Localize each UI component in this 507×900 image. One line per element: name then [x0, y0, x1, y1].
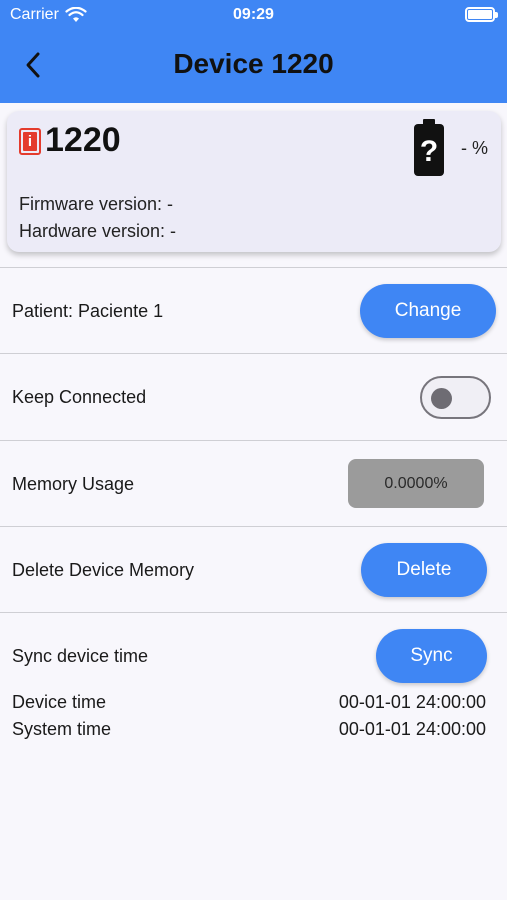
divider [0, 440, 507, 441]
divider [0, 353, 507, 354]
info-icon-glyph: i [23, 132, 37, 151]
keep-connected-toggle[interactable] [420, 376, 491, 419]
status-time: 09:29 [233, 6, 274, 23]
memory-usage-label: Memory Usage [12, 474, 135, 494]
device-alert-icon: i [19, 128, 41, 155]
memory-usage-indicator: 0.0000% [348, 459, 484, 508]
app-screen: Carrier 09:29 Device 1220 i 1220 ? - % F… [0, 0, 507, 900]
battery-glyph: ? [420, 135, 438, 168]
divider [0, 526, 507, 527]
system-time-value: 00-01-01 24:00:00 [338, 719, 486, 739]
keep-connected-label: Keep Connected [12, 387, 147, 407]
sync-time-button[interactable]: Sync [376, 629, 487, 683]
device-time-value: 00-01-01 24:00:00 [338, 692, 486, 712]
memory-usage-value: 0.0000% [384, 474, 448, 492]
system-time-label: System time [12, 719, 112, 739]
delete-memory-label: Delete Device Memory [12, 560, 195, 580]
device-id: 1220 [45, 121, 121, 159]
patient-label: Patient: Paciente 1 [12, 301, 164, 321]
divider [0, 267, 507, 268]
hardware-version: Hardware version: - [19, 221, 177, 241]
app-header: Carrier 09:29 Device 1220 [0, 0, 507, 103]
device-time-label: Device time [12, 692, 107, 712]
change-patient-button[interactable]: Change [360, 284, 496, 338]
divider [0, 612, 507, 613]
battery-unknown-icon: ? [414, 119, 444, 176]
battery-percent: - % [461, 138, 488, 158]
page-title: Device 1220 [173, 48, 334, 79]
status-battery-icon [465, 7, 498, 22]
device-info-card: i 1220 ? - % Firmware version: - Hardwar… [7, 111, 501, 252]
delete-memory-button[interactable]: Delete [361, 543, 487, 597]
toggle-knob [431, 388, 452, 409]
sync-time-label: Sync device time [12, 646, 149, 666]
firmware-version: Firmware version: - [19, 194, 174, 214]
